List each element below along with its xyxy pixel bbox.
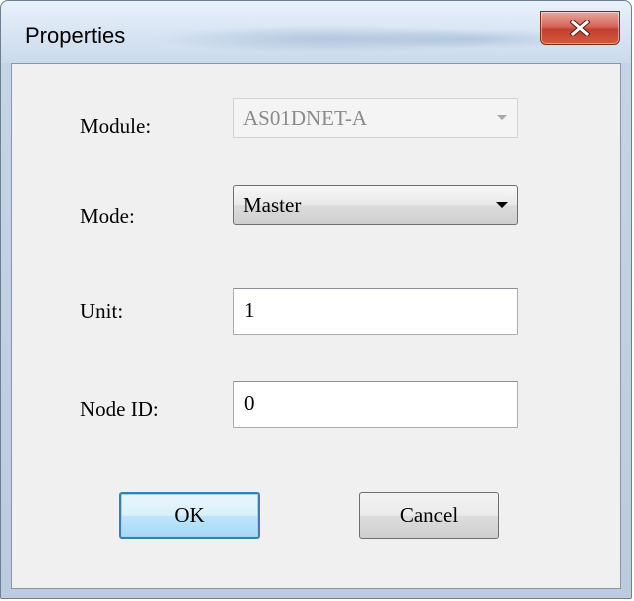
dropdown-arrow-icon bbox=[496, 202, 508, 208]
node-id-value: 0 bbox=[244, 391, 255, 415]
window-title: Properties bbox=[25, 23, 126, 48]
title-bar[interactable]: Properties bbox=[1, 1, 631, 63]
close-x-icon bbox=[570, 20, 590, 36]
dialog-body: Module: AS01DNET-A Mode: Master Unit: 1 … bbox=[11, 63, 621, 589]
dropdown-arrow-icon bbox=[497, 115, 507, 120]
unit-input[interactable]: 1 bbox=[233, 288, 518, 335]
mode-value: Master bbox=[243, 193, 302, 217]
cancel-button[interactable]: Cancel bbox=[359, 492, 499, 539]
module-value: AS01DNET-A bbox=[243, 106, 368, 130]
mode-dropdown[interactable]: Master bbox=[233, 185, 518, 225]
module-label: Module: bbox=[80, 114, 152, 138]
mode-label: Mode: bbox=[80, 204, 135, 228]
unit-value: 1 bbox=[244, 298, 255, 322]
node-id-input[interactable]: 0 bbox=[233, 381, 518, 428]
properties-dialog: Properties Module: AS01DNET-A Mode: Mast… bbox=[0, 0, 632, 599]
ok-button[interactable]: OK bbox=[119, 492, 260, 539]
unit-label: Unit: bbox=[80, 299, 124, 323]
node-id-label: Node ID: bbox=[80, 397, 159, 421]
close-button[interactable] bbox=[540, 11, 620, 45]
module-dropdown: AS01DNET-A bbox=[233, 98, 518, 138]
